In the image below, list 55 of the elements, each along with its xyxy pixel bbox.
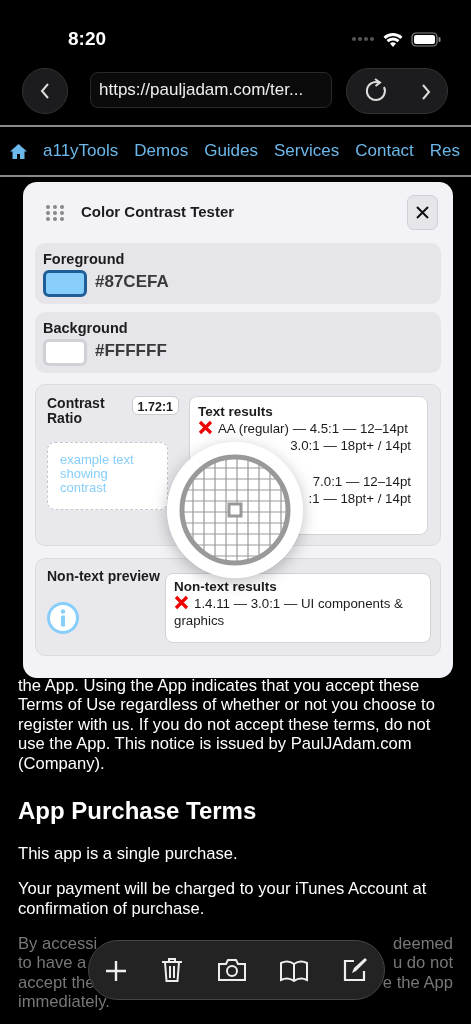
home-link[interactable]: [10, 143, 27, 159]
text-fragment: accept the: [18, 972, 95, 993]
close-icon: [416, 206, 429, 219]
compose-button[interactable]: [342, 957, 368, 983]
battery-icon: [411, 31, 441, 47]
section-heading: App Purchase Terms: [18, 797, 258, 826]
info-icon: [47, 602, 79, 634]
results-title: Non-text results: [174, 578, 278, 595]
add-button[interactable]: [105, 958, 127, 982]
color-label: Foreground: [43, 251, 126, 267]
nav-link[interactable]: Guides: [204, 138, 259, 164]
text-fragment: e the App: [382, 972, 453, 993]
example-text: example text showing contrast: [47, 442, 168, 510]
camera-button[interactable]: [216, 957, 247, 983]
nav-link[interactable]: Contact: [355, 138, 414, 164]
result-line: 1.4.11 — 3.0:1 — UI components & graphics: [174, 595, 404, 629]
close-button[interactable]: [407, 195, 438, 230]
text-fragment: u do not: [393, 953, 453, 973]
status-time: 8:20: [68, 26, 107, 51]
color-swatch[interactable]: [43, 270, 87, 297]
contrast-label: Contrast Ratio: [47, 396, 106, 426]
nav-link[interactable]: a11yTools: [43, 138, 119, 164]
result-line: AA (regular) — 4.5:1 — 12–14pt: [198, 420, 419, 437]
text-fragment: deemed: [393, 934, 453, 954]
nav-link[interactable]: Services: [274, 138, 340, 164]
dialog-title: Color Contrast Tester: [81, 202, 235, 223]
trash-button[interactable]: [160, 957, 183, 983]
terms-paragraph: the App. Using the App indicates that you accept these Terms of Use regardless of whether or not you choose to register with us. If you do not accept these terms, do not use the App. This notice is issued by PaulJAdam.com (Company).: [18, 676, 436, 774]
non-text-label: Non-text preview: [47, 569, 161, 584]
ratio-value: 1.72:1: [131, 396, 179, 415]
signal-icon: [351, 36, 375, 42]
url-field[interactable]: https://pauljadam.com/ter...: [90, 72, 332, 108]
nav-link[interactable]: Demos: [134, 138, 189, 164]
chevron-left-icon: [40, 83, 50, 99]
color-value: #FFFFFF: [95, 340, 167, 363]
home-icon: [10, 143, 27, 159]
cross-icon: [174, 595, 189, 610]
cross-icon: [198, 420, 213, 435]
result-line: :1 — 18pt+ / 14pt: [307, 490, 412, 507]
reload-button[interactable]: [363, 78, 388, 104]
color-label: Background: [43, 320, 129, 336]
nav-link[interactable]: Res: [429, 138, 461, 164]
results-title: Text results: [198, 403, 274, 420]
result-line: 7.0:1 — 12–14pt: [311, 473, 412, 490]
drag-handle-icon[interactable]: [45, 203, 65, 222]
text-fragment: to have a: [18, 953, 87, 973]
terms-paragraph: This app is a single purchase.: [18, 843, 239, 864]
color-value: #87CEFA: [95, 271, 169, 294]
bookmarks-button[interactable]: [280, 958, 309, 982]
result-line: 3.0:1 — 18pt+ / 14pt: [289, 437, 412, 454]
wifi-icon: [383, 31, 403, 47]
text-fragment: By accessi: [18, 934, 98, 954]
terms-paragraph: Your payment will be charged to your iTunes Account at confirmation of purchase.: [18, 879, 428, 919]
back-button[interactable]: [22, 68, 68, 114]
text-fragment: immediately.: [18, 992, 110, 1012]
